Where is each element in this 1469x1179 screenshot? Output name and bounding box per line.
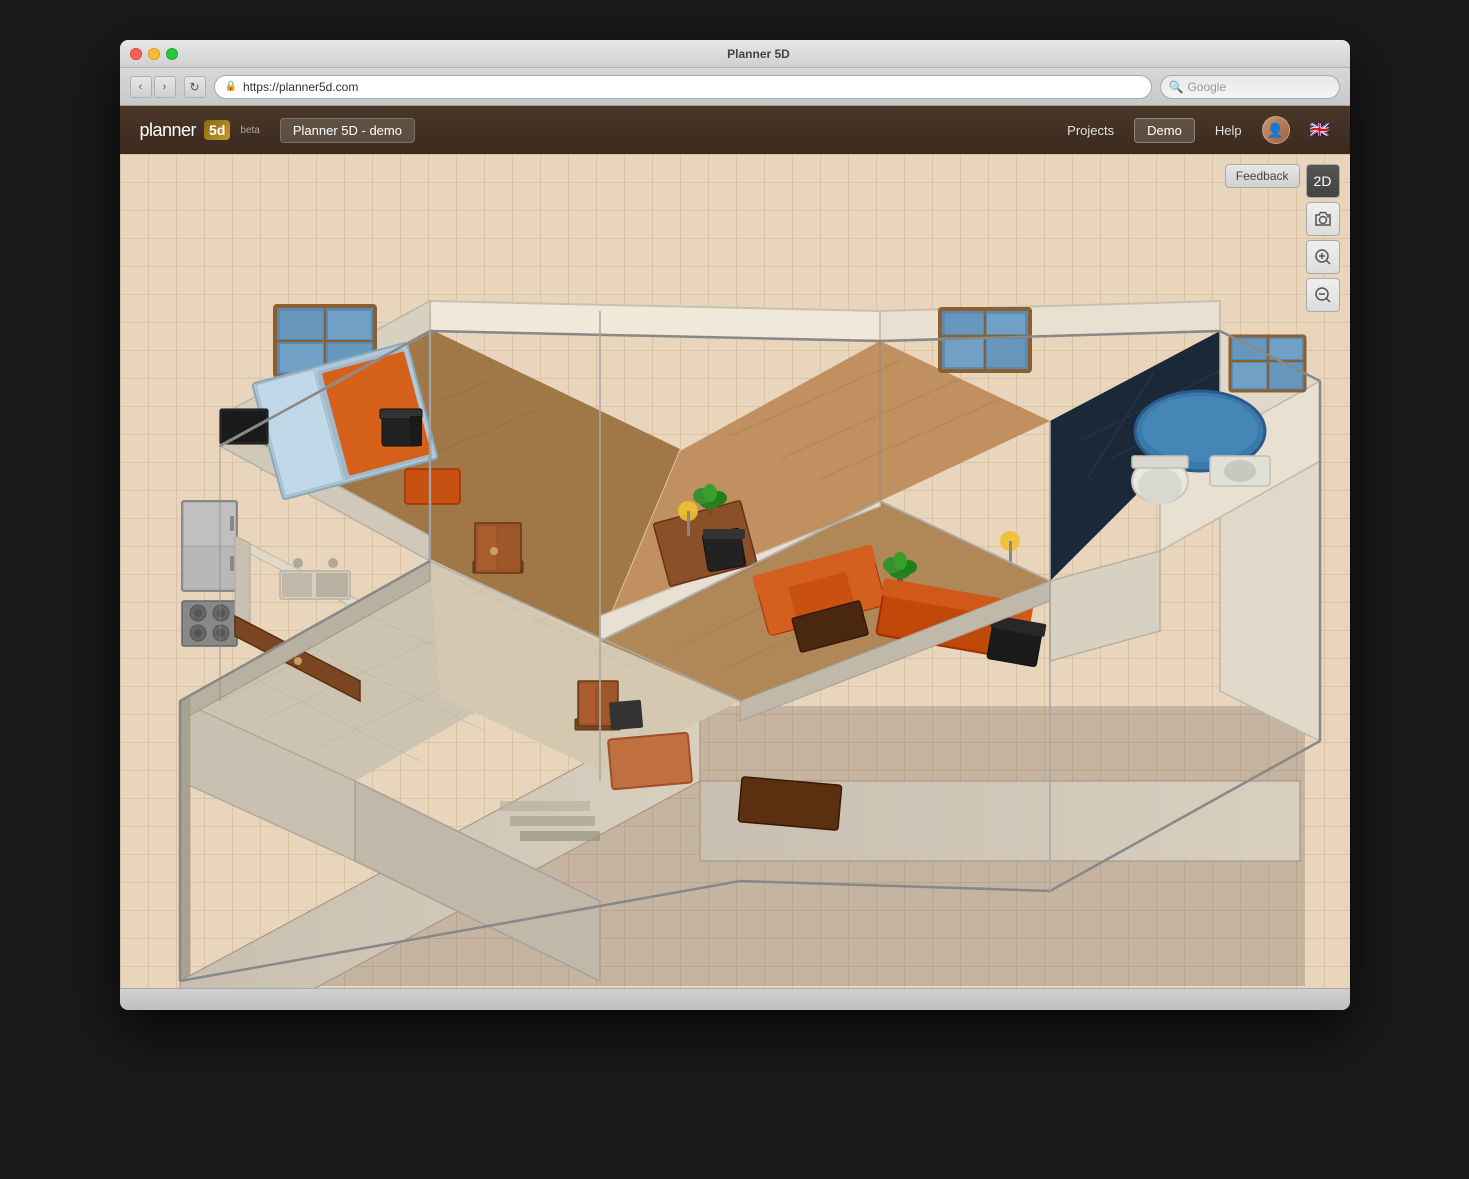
lock-icon: 🔒 <box>225 81 237 92</box>
status-bar <box>120 988 1350 1010</box>
logo-box: 5d <box>204 120 230 140</box>
search-placeholder: Google <box>1187 80 1226 94</box>
zoom-in-button[interactable] <box>1306 240 1340 274</box>
feedback-button[interactable]: Feedback <box>1225 164 1300 188</box>
maximize-button[interactable] <box>166 48 178 60</box>
titlebar: Planner 5D <box>120 40 1350 68</box>
logo-text: planner <box>140 120 197 141</box>
main-canvas[interactable]: Feedback 2D <box>120 154 1350 988</box>
projects-link[interactable]: Projects <box>1067 123 1114 138</box>
app-header: planner 5d beta Planner 5D - demo Projec… <box>120 106 1350 154</box>
2d-view-button[interactable]: 2D <box>1306 164 1340 198</box>
zoom-in-icon <box>1314 248 1332 266</box>
header-nav: Projects Demo Help 👤 🇬🇧 <box>1067 116 1329 144</box>
camera-icon <box>1314 211 1332 227</box>
language-flag[interactable]: 🇬🇧 <box>1310 120 1330 140</box>
logo-area: planner 5d beta <box>140 120 260 141</box>
reload-button[interactable]: ↻ <box>184 76 206 98</box>
nav-buttons: ‹ › <box>130 76 176 98</box>
beta-badge: beta <box>240 125 259 136</box>
floor-plan-3d <box>120 154 1350 988</box>
zoom-out-button[interactable] <box>1306 278 1340 312</box>
close-button[interactable] <box>130 48 142 60</box>
search-icon: 🔍 <box>1169 80 1184 94</box>
browser-window: Planner 5D ‹ › ↻ 🔒 https://planner5d.com… <box>120 40 1350 1010</box>
back-button[interactable]: ‹ <box>130 76 152 98</box>
help-link[interactable]: Help <box>1215 123 1242 138</box>
zoom-out-icon <box>1314 286 1332 304</box>
camera-button[interactable] <box>1306 202 1340 236</box>
traffic-lights <box>130 48 178 60</box>
demo-button[interactable]: Demo <box>1134 118 1195 143</box>
minimize-button[interactable] <box>148 48 160 60</box>
right-toolbar: 2D <box>1306 164 1340 312</box>
search-bar[interactable]: 🔍 Google <box>1160 75 1340 99</box>
url-bar[interactable]: 🔒 https://planner5d.com <box>214 75 1152 99</box>
project-name[interactable]: Planner 5D - demo <box>280 118 415 143</box>
url-text: https://planner5d.com <box>243 80 358 94</box>
avatar[interactable]: 👤 <box>1262 116 1290 144</box>
browser-toolbar: ‹ › ↻ 🔒 https://planner5d.com 🔍 Google <box>120 68 1350 106</box>
forward-button[interactable]: › <box>154 76 176 98</box>
window-title: Planner 5D <box>178 47 1340 61</box>
